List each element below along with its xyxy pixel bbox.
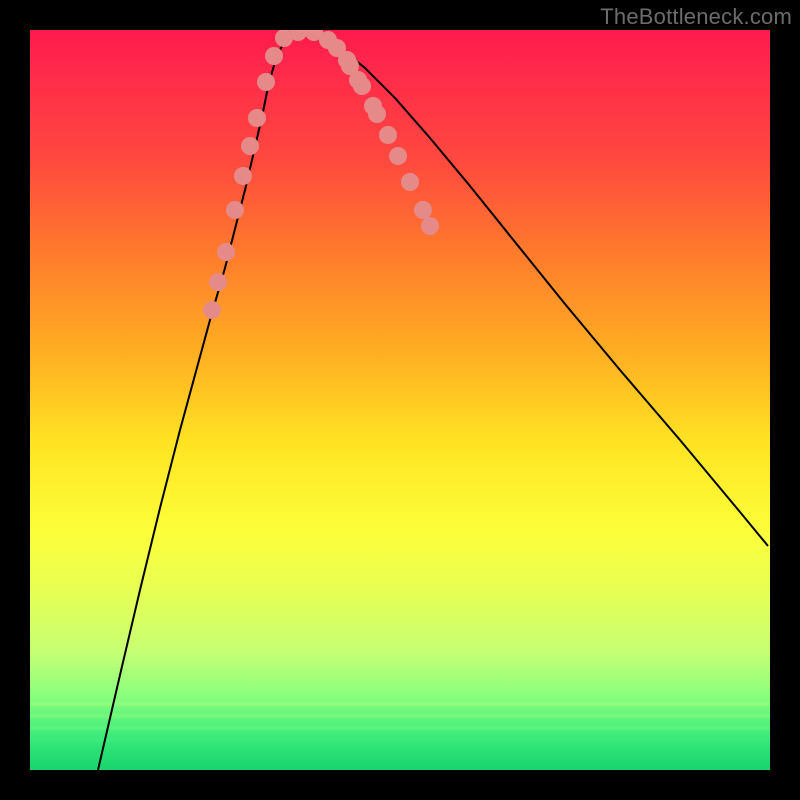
curve-marker (209, 273, 227, 291)
curve-marker (401, 173, 419, 191)
curve-line (98, 32, 768, 770)
curve-marker (379, 126, 397, 144)
curve-marker (248, 109, 266, 127)
curve-marker (234, 167, 252, 185)
curve-marker (353, 77, 371, 95)
curve-marker (265, 47, 283, 65)
curve-marker (389, 147, 407, 165)
chart-svg (30, 30, 770, 770)
curve-marker (217, 243, 235, 261)
curve-marker (368, 105, 386, 123)
marker-layer (203, 30, 439, 319)
curve-marker (257, 73, 275, 91)
plot-area (30, 30, 770, 770)
curve-marker (226, 201, 244, 219)
outer-frame: TheBottleneck.com (0, 0, 800, 800)
curve-marker (421, 217, 439, 235)
curve-marker (414, 201, 432, 219)
curve-marker (241, 137, 259, 155)
curve-marker (203, 301, 221, 319)
watermark-text: TheBottleneck.com (600, 4, 792, 30)
